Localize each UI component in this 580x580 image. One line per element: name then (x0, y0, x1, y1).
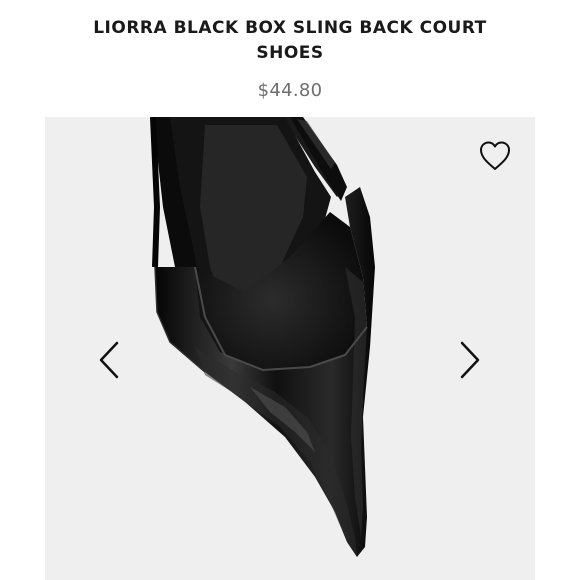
previous-image-button[interactable] (90, 335, 130, 385)
product-image-gallery[interactable] (45, 117, 535, 580)
heart-outline-icon (480, 141, 510, 170)
favorite-button[interactable] (477, 139, 513, 173)
next-image-button[interactable] (449, 335, 489, 385)
product-page: LIORRA BLACK BOX SLING BACK COURT SHOES … (0, 0, 580, 580)
chevron-left-icon (99, 341, 119, 379)
product-price: $44.80 (257, 80, 323, 101)
product-title: LIORRA BLACK BOX SLING BACK COURT SHOES (93, 18, 487, 63)
chevron-right-icon (460, 341, 480, 379)
